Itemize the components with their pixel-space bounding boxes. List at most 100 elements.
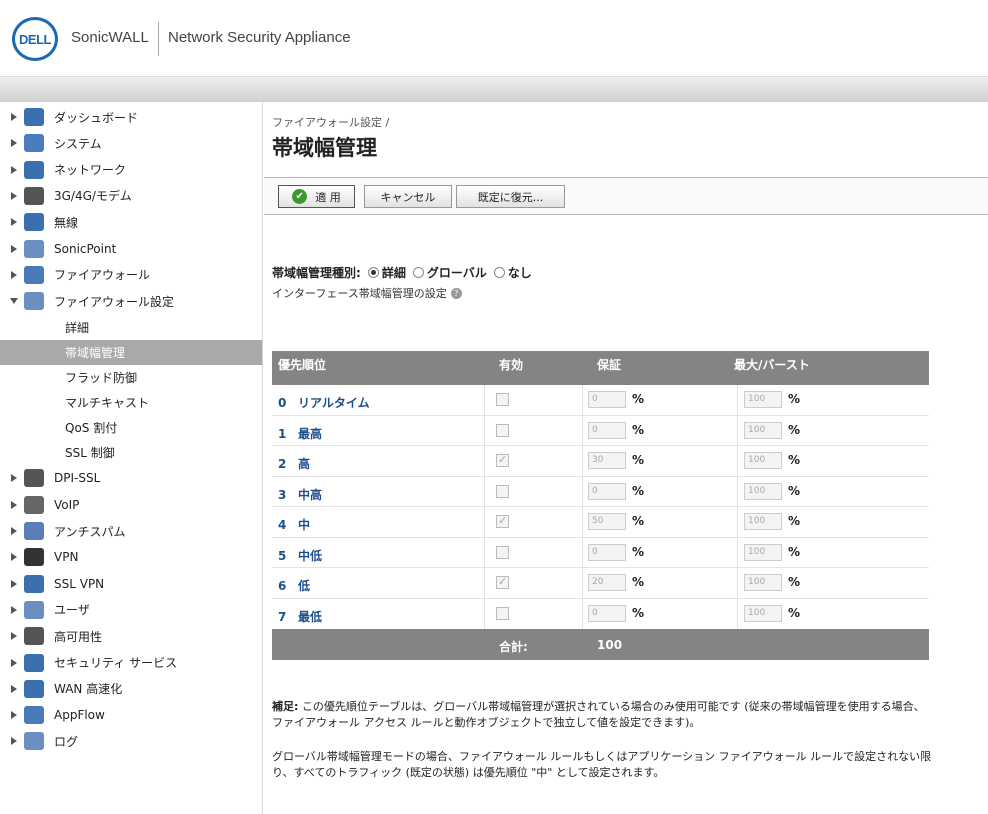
nav-item[interactable]: アンチスパム bbox=[0, 518, 262, 544]
chevron-down-icon[interactable] bbox=[10, 298, 18, 305]
max-burst-input[interactable]: 100 bbox=[744, 391, 782, 408]
header: DELL SonicWALL Network Security Applianc… bbox=[0, 0, 988, 76]
chevron-right-icon[interactable] bbox=[11, 527, 17, 535]
nav-item[interactable]: ネットワーク bbox=[0, 157, 262, 183]
column-divider bbox=[582, 415, 583, 445]
max-burst-input[interactable]: 100 bbox=[744, 482, 782, 500]
chevron-right-icon[interactable] bbox=[11, 658, 17, 667]
nav-item[interactable]: システム bbox=[0, 130, 262, 156]
chevron-right-icon[interactable] bbox=[11, 113, 17, 121]
radio-global[interactable] bbox=[412, 267, 424, 278]
nav-item[interactable]: 無線 bbox=[0, 209, 262, 235]
nav-label: VPN bbox=[54, 550, 79, 565]
interface-bandwidth-setting: インターフェース帯域幅管理の設定 ? bbox=[272, 285, 462, 301]
enabled-checkbox[interactable] bbox=[496, 393, 509, 406]
enabled-checkbox[interactable] bbox=[496, 606, 509, 620]
subnav-item[interactable]: フラッド防御 bbox=[0, 365, 262, 390]
guaranteed-input[interactable]: 0 bbox=[588, 391, 626, 408]
nav-item[interactable]: DPI-SSL bbox=[0, 465, 262, 491]
chevron-right-icon[interactable] bbox=[11, 553, 17, 562]
max-burst-input[interactable]: 100 bbox=[744, 574, 782, 591]
total-value: 100 bbox=[597, 638, 623, 652]
priority-number: 4 bbox=[278, 518, 287, 532]
table-row: 7 最低 0% 100% bbox=[272, 598, 929, 629]
system-icon bbox=[24, 134, 44, 153]
priority-label: 最低 bbox=[298, 609, 323, 624]
enabled-checkbox[interactable] bbox=[496, 453, 509, 467]
percent-label: % bbox=[632, 575, 645, 589]
subnav-item[interactable]: QoS 割付 bbox=[0, 415, 262, 440]
nav-item[interactable]: VPN bbox=[0, 544, 262, 570]
max-burst-input[interactable]: 100 bbox=[744, 421, 782, 439]
enabled-checkbox[interactable] bbox=[496, 575, 509, 589]
guaranteed-input[interactable]: 30 bbox=[588, 452, 626, 469]
enabled-checkbox[interactable] bbox=[496, 484, 509, 498]
priority-label: 中高 bbox=[298, 487, 323, 502]
radio-none[interactable] bbox=[493, 267, 505, 278]
help-icon[interactable]: ? bbox=[450, 287, 462, 299]
nav-item[interactable]: ファイアウォール bbox=[0, 262, 262, 288]
chevron-right-icon[interactable] bbox=[11, 632, 17, 641]
enabled-checkbox[interactable] bbox=[496, 514, 509, 528]
chevron-right-icon[interactable] bbox=[11, 737, 17, 746]
nav-item[interactable]: ファイアウォール設定 bbox=[0, 288, 262, 314]
max-burst-input[interactable]: 100 bbox=[744, 604, 782, 622]
nav-item[interactable]: SSL VPN bbox=[0, 571, 262, 597]
subnav-item[interactable]: 帯域幅管理 bbox=[0, 339, 262, 365]
firewall-settings-icon bbox=[24, 292, 44, 311]
guaranteed-input[interactable]: 50 bbox=[588, 513, 626, 530]
enabled-checkbox[interactable] bbox=[496, 423, 509, 437]
nav-item[interactable]: VoIP bbox=[0, 492, 262, 518]
chevron-right-icon[interactable] bbox=[11, 165, 17, 174]
chevron-right-icon[interactable] bbox=[11, 270, 17, 279]
chevron-right-icon[interactable] bbox=[11, 139, 17, 148]
guaranteed-input[interactable]: 20 bbox=[588, 574, 626, 591]
max-burst-input[interactable]: 100 bbox=[744, 452, 782, 469]
chevron-right-icon[interactable] bbox=[11, 218, 17, 227]
guaranteed-input[interactable]: 0 bbox=[588, 604, 626, 622]
cancel-button[interactable]: キャンセル bbox=[364, 185, 452, 208]
subnav-item[interactable]: 詳細 bbox=[0, 315, 262, 340]
nav-item[interactable]: AppFlow bbox=[0, 702, 262, 728]
note-paragraph-1: 補足: この優先順位テーブルは、グローバル帯域幅管理が選択されている場合のみ使用… bbox=[272, 699, 932, 731]
chevron-right-icon[interactable] bbox=[11, 474, 17, 483]
table-row: 0 リアルタイム 0% 100% bbox=[272, 385, 929, 416]
subnav-item[interactable]: マルチキャスト bbox=[0, 390, 262, 415]
nav-item[interactable]: SonicPoint bbox=[0, 236, 262, 262]
breadcrumb[interactable]: ファイアウォール設定 / bbox=[272, 114, 389, 130]
guaranteed-input[interactable]: 0 bbox=[588, 482, 626, 500]
nav-item[interactable]: セキュリティ サービス bbox=[0, 650, 262, 676]
chevron-right-icon[interactable] bbox=[11, 579, 17, 588]
apply-button[interactable]: ✔ 適 用 bbox=[278, 185, 355, 208]
nav-item[interactable]: WAN 高速化 bbox=[0, 676, 262, 702]
nav-item[interactable]: 高可用性 bbox=[0, 623, 262, 649]
percent-label: % bbox=[632, 422, 645, 437]
firewall-icon bbox=[24, 265, 44, 284]
chevron-right-icon[interactable] bbox=[11, 191, 17, 200]
guaranteed-input[interactable]: 0 bbox=[588, 421, 626, 439]
enabled-checkbox[interactable] bbox=[496, 545, 509, 559]
restore-defaults-button[interactable]: 既定に復元... bbox=[456, 185, 565, 208]
max-burst-input[interactable]: 100 bbox=[744, 543, 782, 561]
nav-item[interactable]: ログ bbox=[0, 728, 262, 754]
chevron-right-icon[interactable] bbox=[11, 684, 17, 693]
chevron-right-icon[interactable] bbox=[11, 605, 17, 614]
bandwidth-type-selector: 帯域幅管理種別: 詳細 グローバル なし bbox=[272, 264, 532, 281]
percent-label: % bbox=[788, 392, 801, 406]
nav-item[interactable]: 3G/4G/モデム bbox=[0, 183, 262, 209]
chevron-right-icon[interactable] bbox=[11, 244, 17, 253]
nav-label: SonicPoint bbox=[54, 241, 117, 256]
chevron-right-icon[interactable] bbox=[11, 500, 17, 509]
nav-item[interactable]: ユーザ bbox=[0, 597, 262, 623]
subnav-item[interactable]: SSL 制御 bbox=[0, 440, 262, 465]
radio-advanced[interactable] bbox=[367, 267, 379, 278]
guaranteed-input[interactable]: 0 bbox=[588, 543, 626, 561]
nav-item[interactable]: ダッシュボード bbox=[0, 104, 262, 130]
nav-label: AppFlow bbox=[54, 708, 105, 723]
chevron-right-icon[interactable] bbox=[11, 711, 17, 720]
voip-icon bbox=[24, 495, 44, 514]
col-priority: 優先順位 bbox=[278, 358, 327, 372]
sidebar: ダッシュボード システム ネットワーク 3G/4G/モデム 無線 SonicPoint ファ… bbox=[0, 102, 263, 814]
max-burst-input[interactable]: 100 bbox=[744, 513, 782, 530]
priority-label: 高 bbox=[298, 457, 311, 471]
